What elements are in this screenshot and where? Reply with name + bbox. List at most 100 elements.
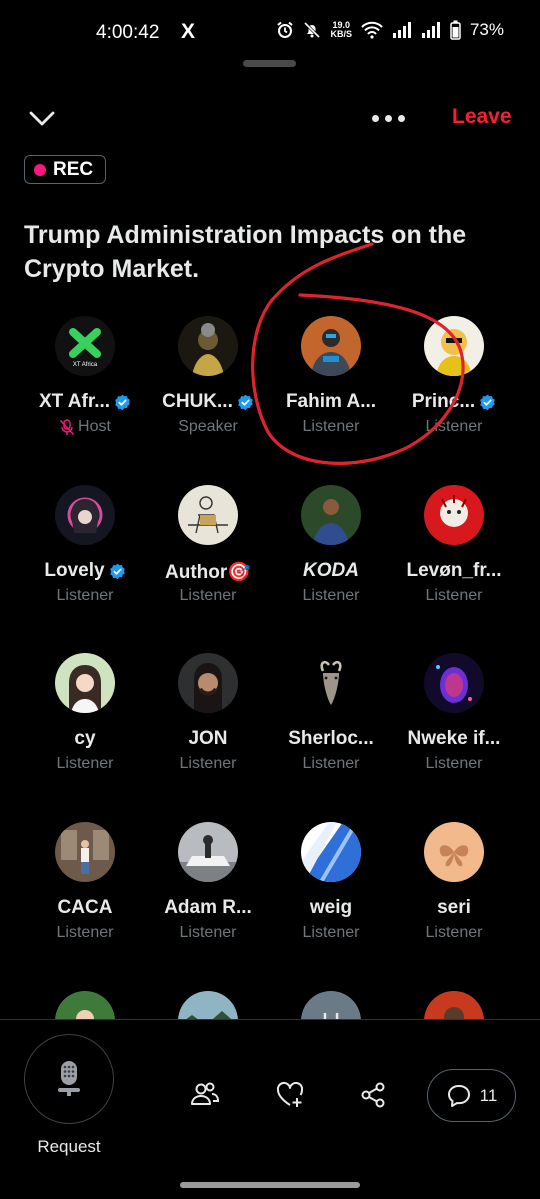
leave-button[interactable]: Leave xyxy=(452,105,512,129)
participant-role-row: Listener xyxy=(392,924,516,942)
participant-name-row: JON xyxy=(146,728,270,750)
avatar[interactable] xyxy=(424,822,484,882)
participant-card[interactable]: Levøn_fr... Listener xyxy=(392,483,516,623)
participant-card[interactable]: CACA Listener xyxy=(23,820,147,960)
participant-name: Nweke if... xyxy=(407,728,501,749)
participant-card[interactable]: Nweke if... Listener xyxy=(392,651,516,791)
comment-count: 11 xyxy=(479,1085,498,1105)
avatar[interactable] xyxy=(424,485,484,545)
participant-role-row: Listener xyxy=(146,587,270,605)
participant-role-row: Listener xyxy=(146,755,270,773)
avatar[interactable] xyxy=(301,316,361,376)
rec-badge: REC xyxy=(24,155,106,184)
participant-role-row: Listener xyxy=(392,418,516,436)
participant-name-row: KODA xyxy=(269,560,393,582)
participant-card[interactable]: JON Listener xyxy=(146,651,270,791)
participant-name-row: weig xyxy=(269,897,393,919)
participant-card[interactable]: weig Listener xyxy=(269,820,393,960)
participant-role: Listener xyxy=(425,755,483,772)
participant-name: Author🎯 xyxy=(165,562,251,583)
participant-name-row: Lovely xyxy=(23,560,147,582)
avatar[interactable]: XT Africa xyxy=(55,316,115,376)
network-speed: 19.0 KB/S xyxy=(330,21,352,39)
participant-name-row: Princ... xyxy=(392,391,516,413)
participant-name: Sherloc... xyxy=(288,728,374,749)
microphone-icon xyxy=(58,1061,80,1096)
participant-card[interactable]: Lovely Listener xyxy=(23,483,147,623)
participant-role: Listener xyxy=(425,587,483,604)
participant-role: Listener xyxy=(56,755,114,772)
avatar[interactable] xyxy=(424,653,484,713)
alarm-icon xyxy=(277,21,294,38)
participant-card[interactable]: Princ... Listener xyxy=(392,314,516,454)
participant-name: CACA xyxy=(57,897,113,918)
participant-card[interactable]: CHUK... Speaker xyxy=(146,314,270,454)
chevron-down-icon[interactable] xyxy=(28,106,56,130)
comments-button[interactable]: 11 xyxy=(427,1069,516,1122)
participant-card[interactable]: Adam R... Listener xyxy=(146,820,270,960)
avatar[interactable] xyxy=(178,822,238,882)
participant-role: Listener xyxy=(302,587,360,604)
participant-role-row: Listener xyxy=(269,755,393,773)
participant-role: Listener xyxy=(179,755,237,772)
avatar[interactable] xyxy=(55,822,115,882)
avatar[interactable] xyxy=(301,485,361,545)
signal-icon-2 xyxy=(421,22,440,38)
participant-card[interactable]: XT Africa XT Afr... Host xyxy=(23,314,147,454)
participant-role: Listener xyxy=(302,418,360,435)
participant-name-row: Author🎯 xyxy=(146,560,270,584)
participant-card[interactable]: Author🎯 Listener xyxy=(146,483,270,623)
space-title: Trump Administration Impacts on the Cryp… xyxy=(24,221,467,283)
avatar[interactable] xyxy=(178,653,238,713)
participant-name-row: Sherloc... xyxy=(269,728,393,750)
svg-text:XT Africa: XT Africa xyxy=(73,362,98,368)
participant-role-row: Listener xyxy=(269,418,393,436)
participant-name-row: seri xyxy=(392,897,516,919)
sheet-handle[interactable] xyxy=(243,60,296,67)
participant-card[interactable]: Fahim A... Listener xyxy=(269,314,393,454)
participant-name: Levøn_fr... xyxy=(406,560,502,581)
share-icon[interactable] xyxy=(358,1080,388,1110)
participant-name-row: Fahim A... xyxy=(269,391,393,413)
verified-badge-icon xyxy=(238,394,253,410)
participant-name-row: Nweke if... xyxy=(392,728,516,750)
participant-card[interactable]: seri Listener xyxy=(392,820,516,960)
avatar[interactable] xyxy=(178,485,238,545)
people-icon[interactable] xyxy=(190,1080,220,1110)
participant-role: Listener xyxy=(56,924,114,941)
participant-card[interactable]: KODA Listener xyxy=(269,483,393,623)
participant-role: Listener xyxy=(425,924,483,941)
mute-bell-icon xyxy=(304,21,321,39)
participant-name-row: Adam R... xyxy=(146,897,270,919)
avatar[interactable] xyxy=(55,653,115,713)
participant-card[interactable]: cy Listener xyxy=(23,651,147,791)
avatar[interactable] xyxy=(301,653,361,713)
participant-role: Listener xyxy=(302,924,360,941)
home-indicator[interactable] xyxy=(180,1182,360,1188)
request-label: Request xyxy=(37,1137,101,1156)
heart-plus-icon[interactable] xyxy=(275,1080,305,1110)
request-mic-button[interactable] xyxy=(24,1034,114,1124)
participant-name: cy xyxy=(74,728,96,749)
verified-badge-icon xyxy=(109,563,125,579)
participant-card[interactable]: Sherloc... Listener xyxy=(269,651,393,791)
avatar[interactable] xyxy=(178,316,238,376)
participant-name-row: CHUK... xyxy=(146,391,270,413)
more-options-icon[interactable] xyxy=(372,106,410,130)
avatar[interactable] xyxy=(424,316,484,376)
x-app-icon: X xyxy=(181,20,196,43)
avatar[interactable] xyxy=(301,822,361,882)
participant-name-row: CACA xyxy=(23,897,147,919)
participant-role-row: Listener xyxy=(23,755,147,773)
participant-role: Listener xyxy=(425,418,483,435)
rec-label: REC xyxy=(53,158,94,180)
participant-name-row: Levøn_fr... xyxy=(392,560,516,582)
mic-off-icon xyxy=(59,418,75,435)
comment-bubble-icon xyxy=(447,1084,470,1107)
participant-role-row: Listener xyxy=(23,924,147,942)
signal-icon xyxy=(392,22,411,38)
participant-role: Listener xyxy=(179,587,237,604)
participant-name: Adam R... xyxy=(164,897,252,918)
avatar[interactable] xyxy=(55,485,115,545)
status-time: 4:00:42 xyxy=(96,22,160,43)
